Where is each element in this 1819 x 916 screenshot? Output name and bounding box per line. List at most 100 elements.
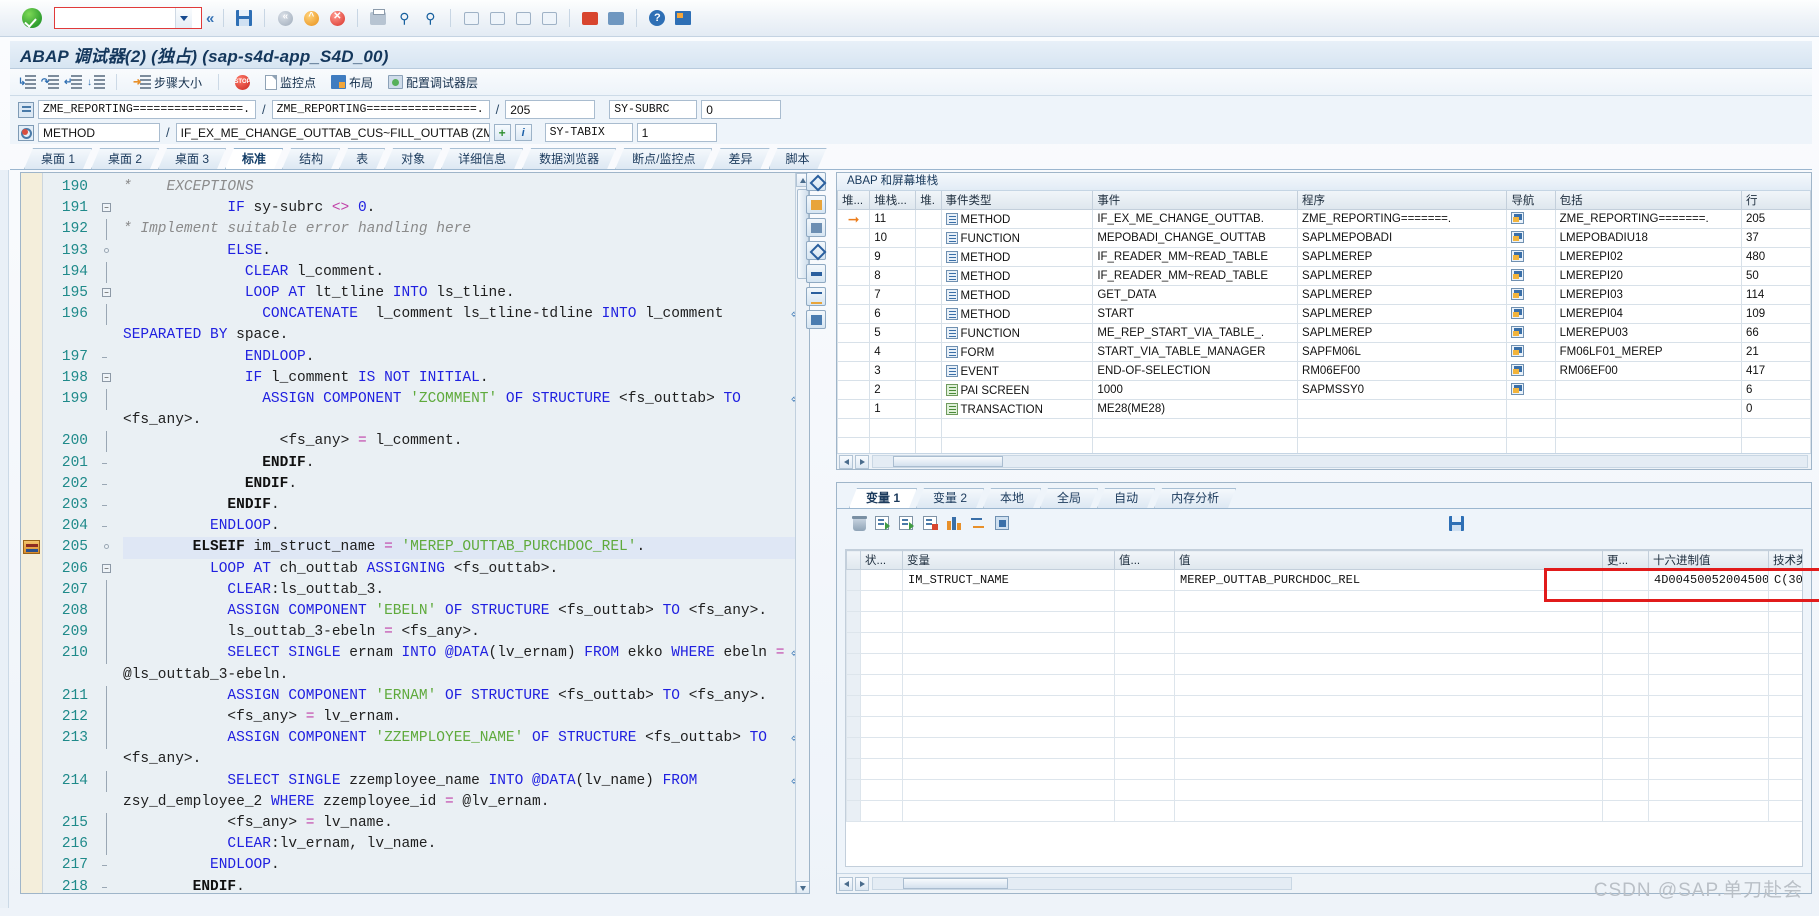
source-code-pane[interactable]: 190 191 192 193 194 195 196 197 198 199 200 201 202 2… — [20, 172, 810, 894]
chevron-more-icon[interactable]: « — [206, 10, 214, 27]
tab-desktop-2[interactable]: 桌面 2 — [91, 148, 159, 169]
variables-scroll-track[interactable] — [872, 877, 1292, 890]
command-input[interactable] — [55, 9, 175, 27]
include-program-field[interactable]: ZME_REPORTING================. — [271, 100, 490, 119]
code-line[interactable]: ls_outtab_3-ebeln = <fs_any>. — [123, 622, 809, 643]
last-page-icon[interactable] — [538, 7, 560, 29]
variables-column-header[interactable] — [846, 550, 861, 570]
code-line[interactable]: ASSIGN COMPONENT 'ZZEMPLOYEE_NAME' OF ST… — [123, 728, 809, 749]
code-text-area[interactable]: * EXCEPTIONS IF sy-subrc <> 0. * Implemen… — [121, 173, 809, 893]
variables-scroll-left-button[interactable] — [839, 876, 853, 891]
cancel-icon[interactable]: ✕ — [326, 7, 348, 29]
table-row[interactable]: 1 TRANSACTION ME28(ME28) 0 — [837, 399, 1811, 419]
variables-column-header[interactable]: 技术类 — [1768, 550, 1802, 570]
table-row[interactable]: 3 EVENT END-OF-SELECTION RM06EF00 RM06EF00 41… — [837, 361, 1811, 381]
navigate-to-source-icon[interactable] — [1511, 249, 1525, 262]
tab-desktop-3[interactable]: 桌面 3 — [158, 148, 226, 169]
variables-row-empty[interactable] — [846, 779, 1802, 801]
tab-variables-2[interactable]: 变量 2 — [916, 488, 984, 508]
table-row[interactable]: 9 METHOD IF_READER_MM~READ_TABLE SAPLMEREP L… — [837, 247, 1811, 267]
save-icon[interactable] — [233, 7, 255, 29]
configure-debugger-button[interactable]: 配置调试器层 — [383, 73, 483, 92]
code-line-wrapped[interactable]: <fs_any>. — [123, 410, 809, 431]
stack-navigation[interactable] — [1506, 380, 1556, 400]
stack-column-header[interactable]: 堆栈... — [869, 191, 917, 210]
variables-column-header[interactable]: 十六进制值 — [1648, 550, 1769, 570]
variables-table-wrap[interactable]: 状...变量值...值更...十六进制值技术类 IM_STRUCT_NAME ME… — [845, 549, 1803, 867]
breakpoint-gutter[interactable] — [21, 173, 43, 893]
tab-variables-1[interactable]: 变量 1 — [849, 488, 917, 508]
code-line[interactable]: SELECT SINGLE zzemployee_name INTO @DATA… — [123, 771, 809, 792]
code-line[interactable]: IF l_comment IS NOT INITIAL. — [123, 368, 809, 389]
variables-column-header[interactable]: 值 — [1174, 550, 1603, 570]
step-size-button[interactable]: ➜ 步骤大小 — [128, 73, 207, 92]
navigate-to-source-icon[interactable] — [1511, 268, 1525, 281]
code-line-wrapped[interactable]: zsy_d_employee_2 WHERE zzemployee_id = @… — [123, 792, 809, 813]
code-line[interactable]: IF sy-subrc <> 0. — [123, 198, 809, 219]
code-line[interactable]: <fs_any> = lv_ernam. — [123, 707, 809, 728]
event-name-field[interactable]: IF_EX_ME_CHANGE_OUTTAB_CUS~FILL_OUTTAB (… — [175, 123, 490, 142]
stack-navigation[interactable] — [1506, 361, 1556, 381]
variables-row-empty[interactable] — [846, 653, 1802, 675]
help-icon[interactable]: ? — [646, 7, 668, 29]
link-panes-icon[interactable] — [806, 287, 826, 306]
variables-row-empty[interactable] — [846, 611, 1802, 633]
variables-row-empty[interactable] — [846, 737, 1802, 759]
tab-breakpoints[interactable]: 断点/监控点 — [615, 148, 712, 169]
expand-plus-icon[interactable]: + — [493, 124, 511, 141]
stack-column-header[interactable]: 导航 — [1506, 191, 1556, 210]
variables-row-empty[interactable] — [846, 800, 1802, 822]
sy-subrc-value[interactable]: 0 — [701, 100, 782, 119]
current-line-field[interactable]: 205 — [505, 100, 596, 119]
stack-column-header[interactable]: 堆... — [837, 191, 871, 210]
code-fold-gutter[interactable]: − − − − — [93, 173, 121, 893]
breakpoint-marker[interactable] — [23, 540, 41, 555]
code-line[interactable]: <fs_any> = lv_name. — [123, 813, 809, 834]
find-next-icon[interactable]: ⚲ — [419, 7, 441, 29]
code-line[interactable]: LOOP AT ch_outtab ASSIGNING <fs_outtab>. — [123, 559, 809, 580]
info-icon[interactable]: i — [514, 124, 532, 141]
print-icon[interactable] — [367, 7, 389, 29]
variables-row-empty[interactable] — [846, 632, 1802, 654]
stack-horizontal-scrollbar[interactable] — [837, 453, 1811, 469]
tab-script[interactable]: 脚本 — [769, 148, 827, 169]
navigate-to-source-icon[interactable] — [1511, 211, 1525, 224]
code-line[interactable]: ENDIF. — [123, 453, 809, 474]
code-line[interactable]: ELSEIF im_struct_name = 'MEREP_OUTTAB_PU… — [123, 537, 809, 559]
next-page-icon[interactable] — [512, 7, 534, 29]
code-line[interactable]: <fs_any> = l_comment. — [123, 431, 809, 452]
code-fold-point-icon[interactable] — [104, 544, 109, 550]
stack-column-header[interactable]: 程序 — [1297, 191, 1508, 210]
code-line[interactable]: ELSE. — [123, 241, 809, 262]
stack-column-header[interactable]: 包括 — [1554, 191, 1742, 210]
stack-scroll-track[interactable] — [872, 455, 1808, 468]
copy-to-clipboard-icon[interactable] — [995, 516, 1012, 532]
variables-row-empty[interactable] — [846, 674, 1802, 696]
stack-column-header[interactable]: 堆. — [915, 191, 942, 210]
stack-navigation[interactable] — [1506, 285, 1556, 305]
stack-column-header[interactable]: 事件 — [1092, 191, 1299, 210]
watchpoint-button[interactable]: 监控点 — [260, 73, 321, 92]
table-row[interactable]: 10 FUNCTION MEPOBADI_CHANGE_OUTTAB SAPLMEPO… — [837, 228, 1811, 248]
stack-navigation[interactable] — [1506, 304, 1556, 324]
code-line[interactable]: ENDLOOP. — [123, 516, 809, 537]
tab-structure[interactable]: 结构 — [282, 148, 340, 169]
tab-data-explorer[interactable]: 数据浏览器 — [522, 148, 616, 169]
variables-row-empty[interactable] — [846, 695, 1802, 717]
customize-layout-icon[interactable] — [672, 7, 694, 29]
stack-column-header[interactable]: 事件类型 — [940, 191, 1094, 210]
create-session-icon[interactable] — [579, 7, 601, 29]
code-line[interactable]: ENDIF. — [123, 495, 809, 516]
variables-row-empty[interactable] — [846, 758, 1802, 780]
swap-icon[interactable] — [971, 516, 988, 532]
previous-page-icon[interactable] — [486, 7, 508, 29]
navigate-to-source-icon[interactable] — [1511, 382, 1525, 395]
breakpoint-button[interactable]: STOP — [230, 74, 255, 91]
variables-column-header[interactable]: 更... — [1602, 550, 1649, 570]
navigate-to-source-icon[interactable] — [1511, 325, 1525, 338]
stack-navigation[interactable] — [1506, 399, 1556, 419]
enter-check-icon[interactable] — [22, 8, 42, 28]
code-line[interactable]: ASSIGN COMPONENT 'ERNAM' OF STRUCTURE <f… — [123, 686, 809, 707]
stack-navigation[interactable] — [1506, 342, 1556, 362]
command-dropdown-arrow[interactable] — [175, 8, 192, 28]
